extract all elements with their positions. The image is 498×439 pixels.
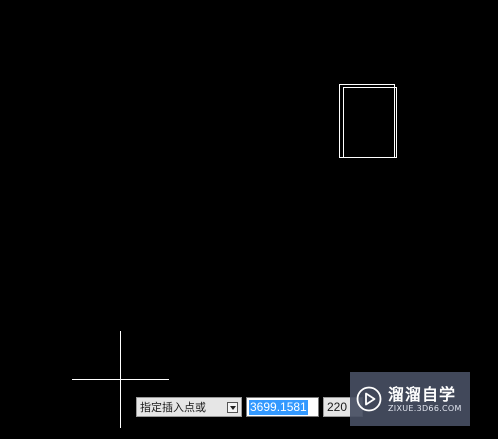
options-dropdown-icon[interactable]: [227, 401, 238, 413]
play-triangle-logo-icon: [356, 386, 382, 412]
dynamic-input-prompt: 指定插入点或: [136, 397, 242, 417]
watermark: 溜溜自学 ZIXUE.3D66.COM: [350, 372, 470, 426]
watermark-brand: 溜溜自学: [388, 384, 457, 404]
drawing-canvas[interactable]: 指定插入点或 3699.1581 220 溜溜自学 ZIXUE.3D66.COM: [0, 0, 498, 439]
crosshair-vertical: [120, 331, 121, 428]
dynamic-input-y-value: 220: [327, 400, 348, 414]
dynamic-input-x-value: 3699.1581: [249, 399, 308, 415]
dynamic-input-prompt-label: 指定插入点或: [140, 401, 206, 414]
dynamic-input-x-field[interactable]: 3699.1581: [246, 397, 319, 417]
watermark-site: ZIXUE.3D66.COM: [388, 403, 462, 413]
inserted-block-outline-inner: [343, 87, 397, 158]
